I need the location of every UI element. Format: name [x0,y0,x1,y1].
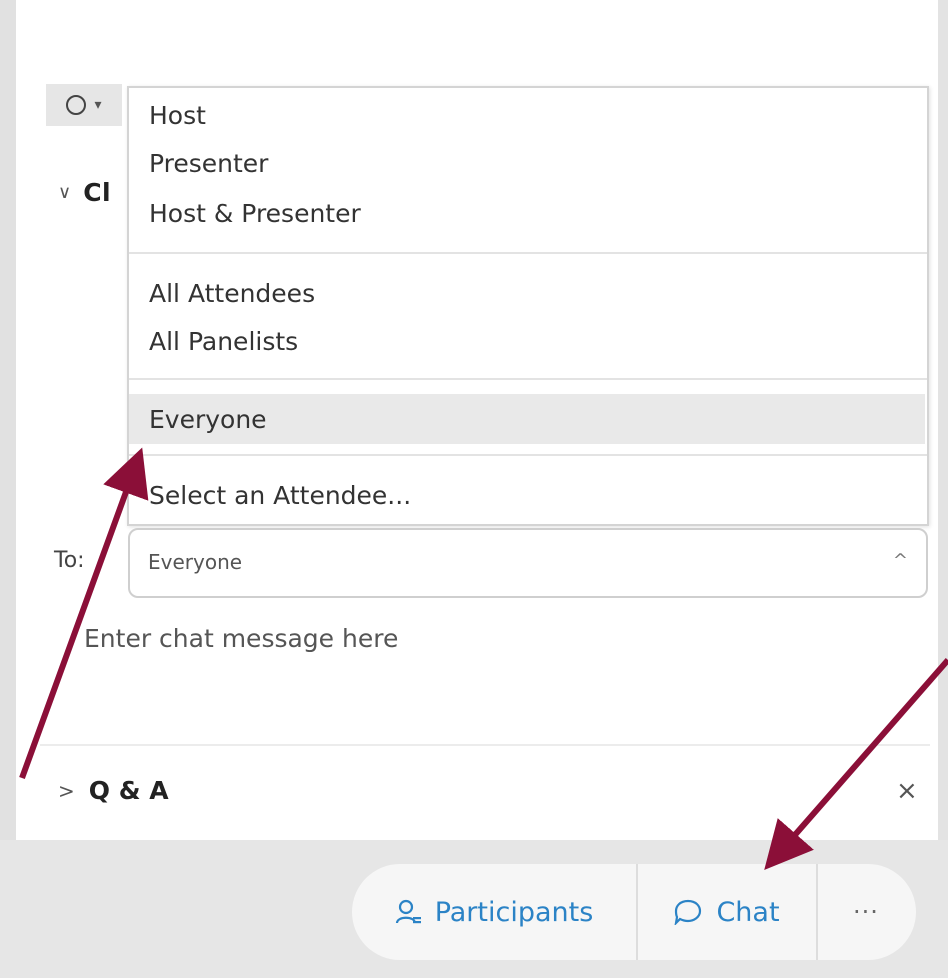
chat-options-button[interactable]: ▾ [46,84,122,126]
chevron-up-icon: ^ [892,550,908,571]
webex-chat-panel-screenshot: ▾ ∨ Cl Host Presenter Host & Presenter A… [0,0,948,978]
dropdown-item-select-attendee[interactable]: Select an Attendee... [129,474,927,518]
chevron-right-icon: > [58,778,75,803]
dropdown-separator [129,378,927,380]
recipient-dropdown-menu: Host Presenter Host & Presenter All Atte… [127,86,929,526]
dropdown-separator [129,454,927,456]
participants-icon [395,899,421,924]
participants-label: Participants [434,896,594,928]
to-label: To: [54,548,85,573]
qa-section-title: Q & A [88,776,169,805]
chat-section-title: Cl [83,178,112,207]
panel-buttons-group: Participants Chat ··· [352,864,916,960]
chat-label: Chat [716,896,780,928]
caret-down-icon: ▾ [94,97,102,113]
chat-button[interactable]: Chat [636,864,818,960]
dropdown-item-host[interactable]: Host [129,94,927,138]
chat-icon [674,899,702,925]
recipient-select-value: Everyone [148,550,243,574]
chat-section-header[interactable]: ∨ Cl [58,178,111,207]
dropdown-item-host-presenter[interactable]: Host & Presenter [129,192,927,236]
close-icon[interactable]: × [896,776,918,806]
dropdown-item-all-panelists[interactable]: All Panelists [129,320,927,364]
dropdown-item-all-attendees[interactable]: All Attendees [129,272,927,316]
qa-divider [40,744,930,746]
dropdown-separator [129,252,927,254]
dropdown-item-presenter[interactable]: Presenter [129,142,927,186]
more-icon: ··· [853,898,879,926]
dropdown-item-everyone[interactable]: Everyone [129,398,927,442]
chat-bubble-icon [66,95,87,115]
qa-section-header[interactable]: > Q & A [58,776,169,805]
recipient-select[interactable]: Everyone ^ [128,528,928,598]
participants-button[interactable]: Participants [352,864,636,960]
chat-message-input[interactable]: Enter chat message here [84,624,398,653]
more-options-button[interactable]: ··· [818,864,914,960]
right-panel-border [938,0,948,840]
chevron-down-icon: ∨ [58,182,72,203]
left-panel-border [0,0,16,840]
